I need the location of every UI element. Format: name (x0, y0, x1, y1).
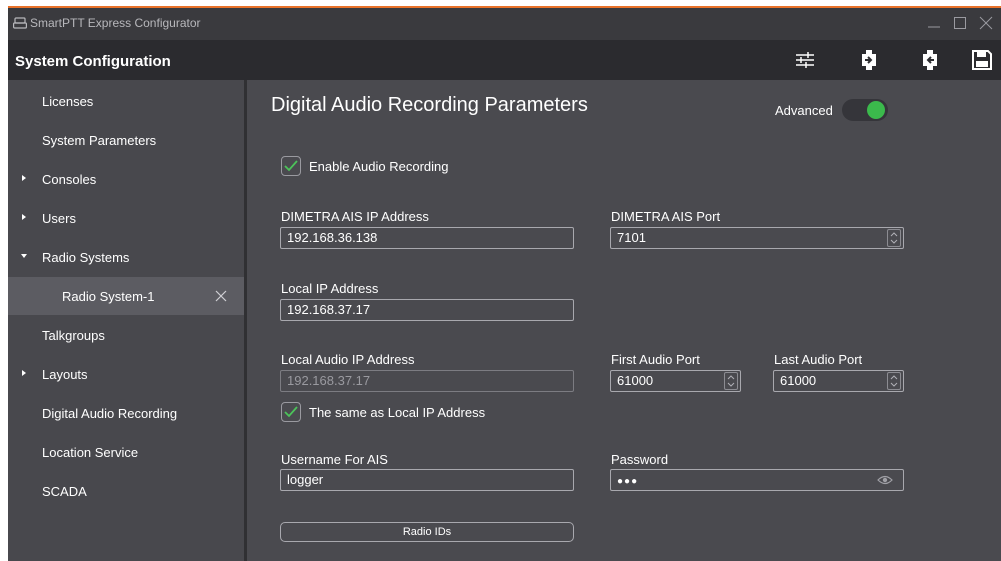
ais-port-label: DIMETRA AIS Port (611, 209, 721, 224)
show-password-icon[interactable] (877, 473, 893, 487)
local-audio-ip-input: 192.168.37.17 (280, 370, 574, 392)
chevron-right-icon[interactable] (19, 173, 29, 183)
radio-ids-button[interactable]: Radio IDs (280, 522, 574, 542)
sidebar-item-label: Talkgroups (42, 328, 105, 343)
save-icon[interactable] (970, 48, 994, 72)
sidebar-item-label: Radio System-1 (62, 289, 155, 304)
username-label: Username For AIS (281, 452, 388, 467)
sidebar-item-users[interactable]: Users (8, 199, 244, 237)
ais-ip-input[interactable]: 192.168.36.138 (280, 227, 574, 249)
ais-port-input[interactable]: 7101 (610, 227, 904, 249)
sidebar-item-label: Users (42, 211, 76, 226)
advanced-toggle[interactable] (842, 99, 888, 121)
chevron-down-icon[interactable] (725, 381, 737, 389)
filter-settings-icon[interactable] (793, 48, 817, 72)
app-logo-icon (13, 17, 27, 29)
same-as-local-ip-checkbox[interactable] (281, 402, 301, 422)
chevron-down-icon[interactable] (19, 251, 29, 261)
first-audio-port-label: First Audio Port (611, 352, 700, 367)
ais-port-stepper (887, 229, 901, 247)
sidebar-item-label: Consoles (42, 172, 97, 187)
minimize-icon[interactable] (925, 14, 943, 32)
local-ip-input[interactable]: 192.168.37.17 (280, 299, 574, 321)
title-bar: SmartPTT Express Configurator (8, 8, 1001, 40)
password-input[interactable]: ●●● (610, 469, 904, 491)
last-audio-port-value: 61000 (780, 373, 817, 388)
ais-port-value: 7101 (617, 230, 646, 245)
page-title: Digital Audio Recording Parameters (271, 94, 588, 116)
enable-audio-recording-label: Enable Audio Recording (309, 159, 449, 174)
sidebar-item-label: SCADA (42, 484, 87, 499)
maximize-icon[interactable] (951, 14, 969, 32)
sidebar-item-radio-system-1[interactable]: Radio System-1 (8, 277, 244, 315)
chevron-right-icon[interactable] (19, 368, 29, 378)
first-audio-port-input[interactable]: 61000 (610, 370, 741, 392)
window-title: SmartPTT Express Configurator (30, 16, 201, 30)
advanced-label: Advanced (775, 103, 833, 118)
sidebar-item-scada[interactable]: SCADA (8, 472, 244, 510)
chevron-right-icon[interactable] (19, 212, 29, 222)
sidebar-item-system-parameters[interactable]: System Parameters (8, 121, 244, 159)
sidebar-item-label: Location Service (42, 445, 139, 460)
sidebar-item-talkgroups[interactable]: Talkgroups (8, 316, 244, 354)
first-audio-port-value: 61000 (617, 373, 654, 388)
close-icon[interactable] (214, 289, 228, 303)
last-audio-port-input[interactable]: 61000 (773, 370, 904, 392)
app-window: SmartPTT Express Configurator System Con… (8, 6, 1001, 561)
checkmark-icon (284, 406, 298, 418)
chevron-down-icon[interactable] (888, 238, 900, 246)
sidebar-item-label: Digital Audio Recording (42, 406, 178, 421)
import-icon[interactable] (857, 48, 881, 72)
sidebar-item-digital-audio-recording[interactable]: Digital Audio Recording (8, 394, 244, 432)
main-panel: Digital Audio Recording Parameters Advan… (247, 80, 1001, 561)
sidebar-item-licenses[interactable]: Licenses (8, 82, 244, 120)
sidebar-item-label: Licenses (42, 94, 94, 109)
sidebar-item-location-service[interactable]: Location Service (8, 433, 244, 471)
sidebar-item-layouts[interactable]: Layouts (8, 355, 244, 393)
password-value: ●●● (617, 476, 639, 487)
sidebar-item-radio-systems[interactable]: Radio Systems (8, 238, 244, 276)
local-audio-ip-label: Local Audio IP Address (281, 352, 415, 367)
chevron-up-icon[interactable] (725, 373, 737, 381)
password-label: Password (611, 452, 669, 467)
chevron-down-icon[interactable] (888, 381, 900, 389)
page-header-title: System Configuration (15, 53, 171, 70)
close-window-icon[interactable] (977, 14, 995, 32)
last-audio-port-stepper (887, 372, 901, 390)
local-ip-label: Local IP Address (281, 281, 379, 296)
first-audio-port-stepper (724, 372, 738, 390)
sidebar-item-label: Layouts (42, 367, 88, 382)
export-icon[interactable] (918, 48, 942, 72)
sidebar-nav: Licenses System Parameters Consoles User… (8, 80, 244, 561)
chevron-up-icon[interactable] (888, 230, 900, 238)
last-audio-port-label: Last Audio Port (774, 352, 863, 367)
enable-audio-recording-checkbox[interactable] (281, 156, 301, 176)
chevron-up-icon[interactable] (888, 373, 900, 381)
toggle-knob (867, 101, 885, 119)
username-input[interactable]: logger (280, 469, 574, 491)
same-as-local-ip-label: The same as Local IP Address (309, 405, 486, 420)
checkmark-icon (284, 160, 298, 172)
header-bar: System Configuration (8, 40, 1001, 80)
sidebar-item-consoles[interactable]: Consoles (8, 160, 244, 198)
sidebar-item-label: Radio Systems (42, 250, 130, 265)
sidebar-item-label: System Parameters (42, 133, 157, 148)
ais-ip-label: DIMETRA AIS IP Address (281, 209, 429, 224)
